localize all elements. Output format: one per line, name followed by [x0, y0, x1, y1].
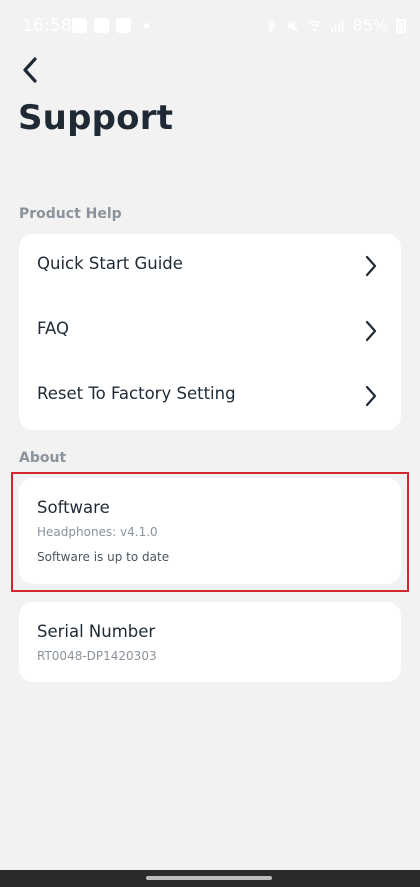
page-title: Support	[18, 98, 174, 138]
wifi-icon	[308, 20, 322, 32]
back-button[interactable]	[12, 52, 48, 88]
software-status: Software is up to date	[37, 550, 170, 564]
status-bar: 16:58 85%	[0, 0, 420, 56]
support-screen: 16:58 85% Support Product Help Quick Sta…	[0, 0, 420, 887]
status-time: 16:58	[22, 16, 72, 36]
mail-icon	[116, 18, 131, 33]
chevron-right-icon	[365, 385, 377, 407]
battery-icon	[396, 18, 406, 33]
software-title: Software	[37, 498, 110, 517]
menu-item-label: Reset To Factory Setting	[37, 384, 236, 403]
serial-number-card: Serial Number RT0048-DP1420303	[19, 602, 401, 682]
gallery-icon	[94, 18, 109, 33]
bluetooth-icon	[267, 18, 276, 33]
battery-percent: 85%	[352, 16, 388, 35]
section-label-about: About	[19, 450, 67, 466]
chevron-right-icon	[365, 320, 377, 342]
status-left-icons	[72, 18, 149, 33]
serial-number-title: Serial Number	[37, 622, 156, 641]
notification-app-icon	[72, 18, 87, 33]
home-indicator[interactable]	[146, 876, 272, 880]
menu-item-reset-factory[interactable]: Reset To Factory Setting	[19, 364, 401, 429]
mute-icon	[287, 20, 299, 31]
serial-number-value: RT0048-DP1420303	[37, 649, 157, 663]
section-label-product-help: Product Help	[19, 206, 122, 222]
system-nav-bar	[0, 870, 420, 887]
menu-item-faq[interactable]: FAQ	[19, 299, 401, 364]
software-card[interactable]: Software Headphones: v4.1.0 Software is …	[19, 478, 401, 584]
chevron-right-icon	[365, 255, 377, 277]
back-arrow-icon	[23, 57, 37, 83]
software-version: Headphones: v4.1.0	[37, 525, 158, 539]
menu-item-quick-start-guide[interactable]: Quick Start Guide	[19, 234, 401, 299]
more-notifications-dot-icon	[144, 23, 149, 28]
signal-icon	[331, 19, 344, 32]
product-help-card: Quick Start Guide FAQ Reset To Factory S…	[19, 234, 401, 430]
menu-item-label: Quick Start Guide	[37, 254, 183, 273]
status-right: 85%	[264, 16, 406, 35]
menu-item-label: FAQ	[37, 319, 69, 338]
